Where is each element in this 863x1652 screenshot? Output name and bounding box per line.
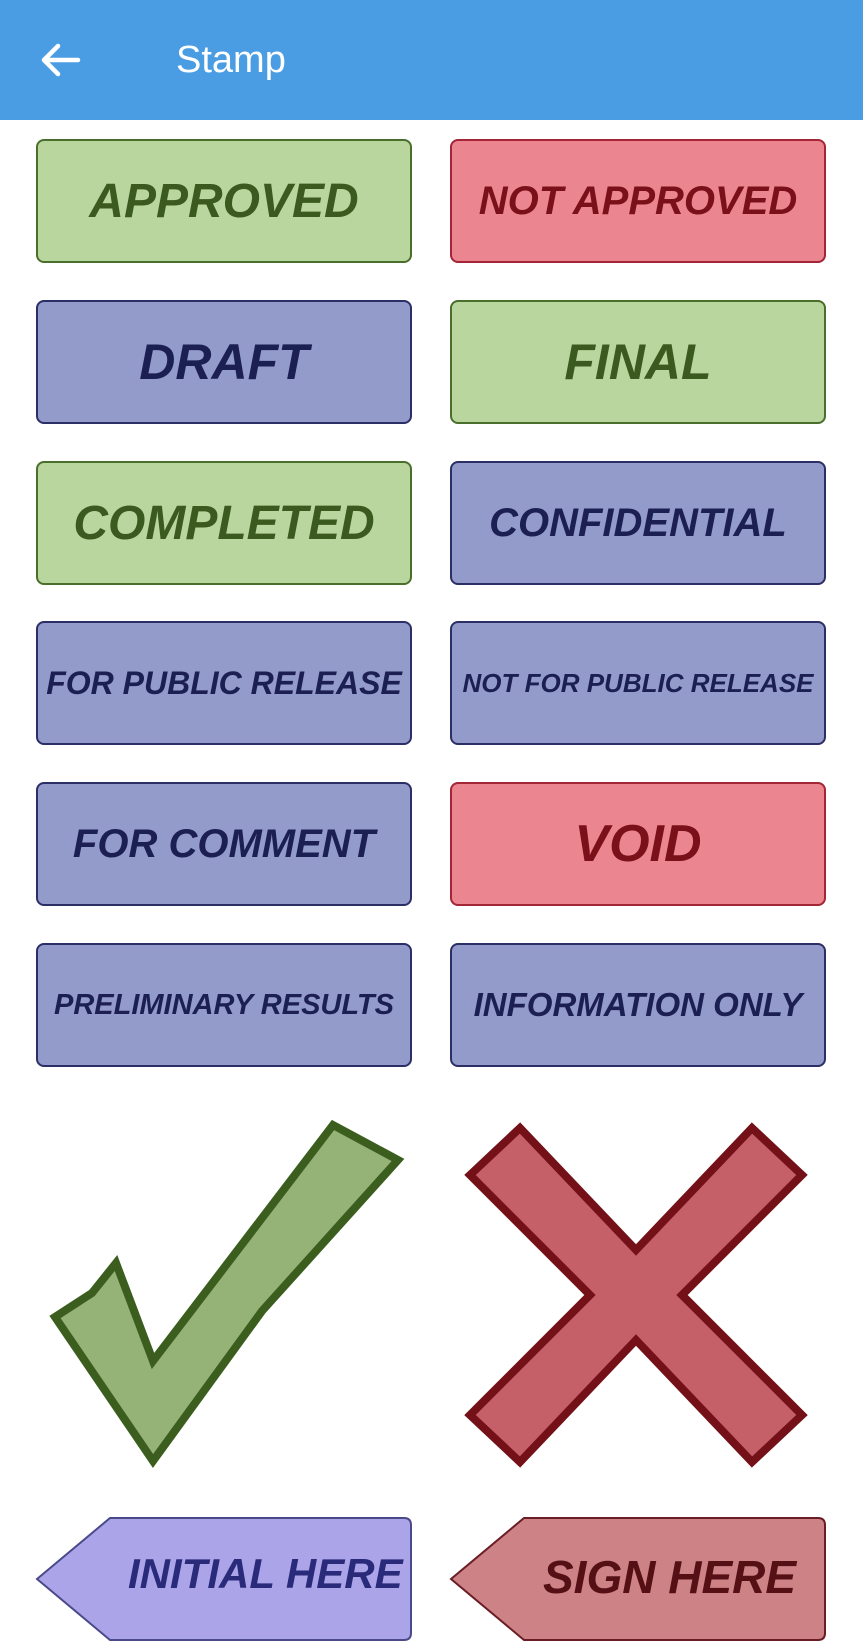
app-bar: Stamp [0, 0, 863, 120]
stamp-label: FOR COMMENT [72, 821, 376, 866]
stamp-not-approved[interactable]: NOT APPROVED [450, 139, 826, 263]
arrow-left-icon [41, 43, 81, 77]
stamp-information-only[interactable]: INFORMATION ONLY [450, 943, 826, 1067]
stamp-final[interactable]: FINAL [450, 300, 826, 424]
back-button[interactable] [30, 30, 90, 90]
stamp-initial-here-label: INITIAL HERE [128, 1550, 403, 1597]
stamp-label: FINAL [564, 334, 712, 390]
stamp-label: NOT FOR PUBLIC RELEASE [462, 667, 814, 698]
stamp-label: APPROVED [89, 174, 359, 228]
cross-icon[interactable] [460, 1120, 820, 1470]
stamp-label: DRAFT [139, 334, 309, 390]
stamp-label: PRELIMINARY RESULTS [54, 988, 394, 1021]
stamp-sign-here-label: SIGN HERE [543, 1551, 797, 1603]
stamp-draft[interactable]: DRAFT [36, 300, 412, 424]
stamp-for-comment[interactable]: FOR COMMENT [36, 782, 412, 906]
stamp-label: VOID [574, 815, 702, 873]
stamp-approved[interactable]: APPROVED [36, 139, 412, 263]
stamp-label: NOT APPROVED [478, 178, 798, 223]
stamp-not-for-public-release[interactable]: NOT FOR PUBLIC RELEASE [450, 621, 826, 745]
stamp-label: CONFIDENTIAL [489, 500, 787, 545]
stamp-label: COMPLETED [73, 496, 375, 550]
checkmark-icon[interactable] [40, 1115, 410, 1475]
stamp-label: FOR PUBLIC RELEASE [46, 664, 402, 701]
stamp-completed[interactable]: COMPLETED [36, 461, 412, 585]
stamp-void[interactable]: VOID [450, 782, 826, 906]
stamp-preliminary-results[interactable]: PRELIMINARY RESULTS [36, 943, 412, 1067]
stamp-confidential[interactable]: CONFIDENTIAL [450, 461, 826, 585]
stamp-for-public-release[interactable]: FOR PUBLIC RELEASE [36, 621, 412, 745]
stamp-label: INFORMATION ONLY [473, 986, 803, 1023]
page-title: Stamp [176, 39, 286, 81]
